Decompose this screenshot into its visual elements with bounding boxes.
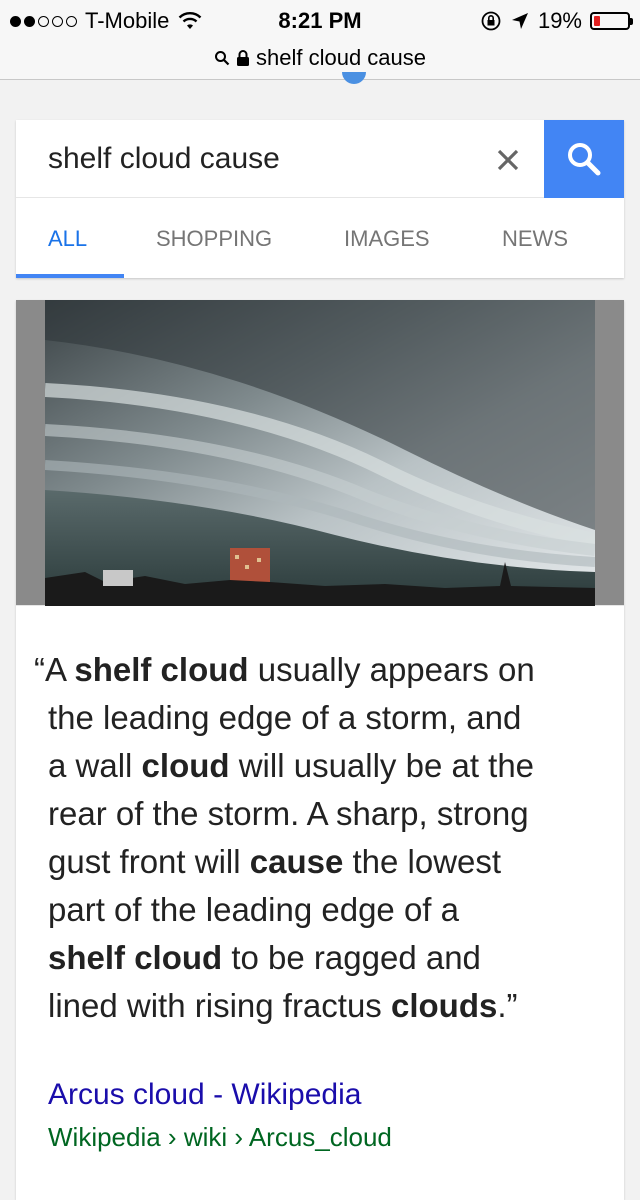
status-bar: T-Mobile 8:21 PM 19% [0, 0, 640, 40]
snippet-line: part of the leading edge of a [34, 886, 614, 934]
rotation-lock-icon [481, 11, 501, 31]
snippet-highlight: clouds [390, 987, 498, 1024]
snippet-text: a wall [48, 747, 142, 784]
snippet-text: the lowest [343, 843, 502, 880]
clear-search-button[interactable] [486, 138, 530, 182]
active-tab-indicator [16, 274, 124, 278]
status-right: 19% [480, 8, 633, 34]
tab-images[interactable]: IMAGES [344, 226, 430, 252]
search-tabs: ALL SHOPPING IMAGES NEWS [16, 198, 624, 278]
snippet-highlight: shelf cloud [48, 939, 223, 976]
location-arrow-icon [511, 13, 528, 29]
address-bar[interactable]: shelf cloud cause [0, 36, 640, 80]
snippet-text: usually appears on [248, 651, 535, 688]
result-link[interactable]: Arcus cloud - Wikipedia [48, 1078, 361, 1112]
snippet-text: rear of the storm. A sharp, strong [48, 795, 529, 832]
tab-shopping[interactable]: SHOPPING [156, 226, 272, 252]
snippet-line: the leading edge of a storm, and [34, 694, 614, 742]
result-cite: Wikipedia › wiki › Arcus_cloud [48, 1122, 392, 1152]
search-icon [568, 143, 601, 176]
search-row [16, 120, 624, 198]
battery-icon [590, 12, 633, 30]
snippet-text: gust front will [48, 843, 250, 880]
address-text: shelf cloud cause [256, 44, 426, 70]
snippet-line: shelf cloud to be ragged and [34, 934, 614, 982]
battery-percent: 19% [537, 8, 582, 33]
snippet-line: a wall cloud will usually be at the [34, 742, 614, 790]
snippet-text: “A [34, 651, 75, 688]
loading-indicator [342, 72, 366, 84]
search-input[interactable] [48, 142, 468, 176]
search-button[interactable] [544, 120, 624, 198]
search-card: ALL SHOPPING IMAGES NEWS [16, 120, 624, 278]
tab-news[interactable]: NEWS [502, 226, 568, 252]
battery-level-fill [594, 16, 601, 26]
snippet-text: the leading edge of a storm, and [48, 699, 522, 736]
snippet-highlight: cause [249, 843, 344, 880]
shelf-cloud-image[interactable] [45, 300, 595, 606]
snippet-highlight: cloud [141, 747, 230, 784]
snippet-line: rear of the storm. A sharp, strong [34, 790, 614, 838]
snippet-text: to be ragged and [222, 939, 481, 976]
snippet-line: “A shelf cloud usually appears on [34, 646, 614, 694]
snippet-line: gust front will cause the lowest [34, 838, 614, 886]
snippet-text: .” [497, 987, 518, 1024]
snippet-line: lined with rising fractus clouds.” [34, 982, 614, 1030]
snippet-highlight: shelf cloud [74, 651, 249, 688]
tab-all[interactable]: ALL [48, 226, 87, 252]
snippet-text: part of the leading edge of a [48, 891, 459, 928]
snippet-text: lined with rising fractus [48, 987, 391, 1024]
search-small-icon [214, 50, 230, 66]
lock-icon [236, 49, 250, 67]
snippet-quote: “A shelf cloud usually appears on the lea… [34, 646, 614, 1030]
close-icon [497, 149, 519, 171]
result-image-frame [16, 300, 624, 606]
snippet-text: will usually be at the [229, 747, 535, 784]
featured-snippet-card: “A shelf cloud usually appears on the lea… [16, 300, 624, 1200]
